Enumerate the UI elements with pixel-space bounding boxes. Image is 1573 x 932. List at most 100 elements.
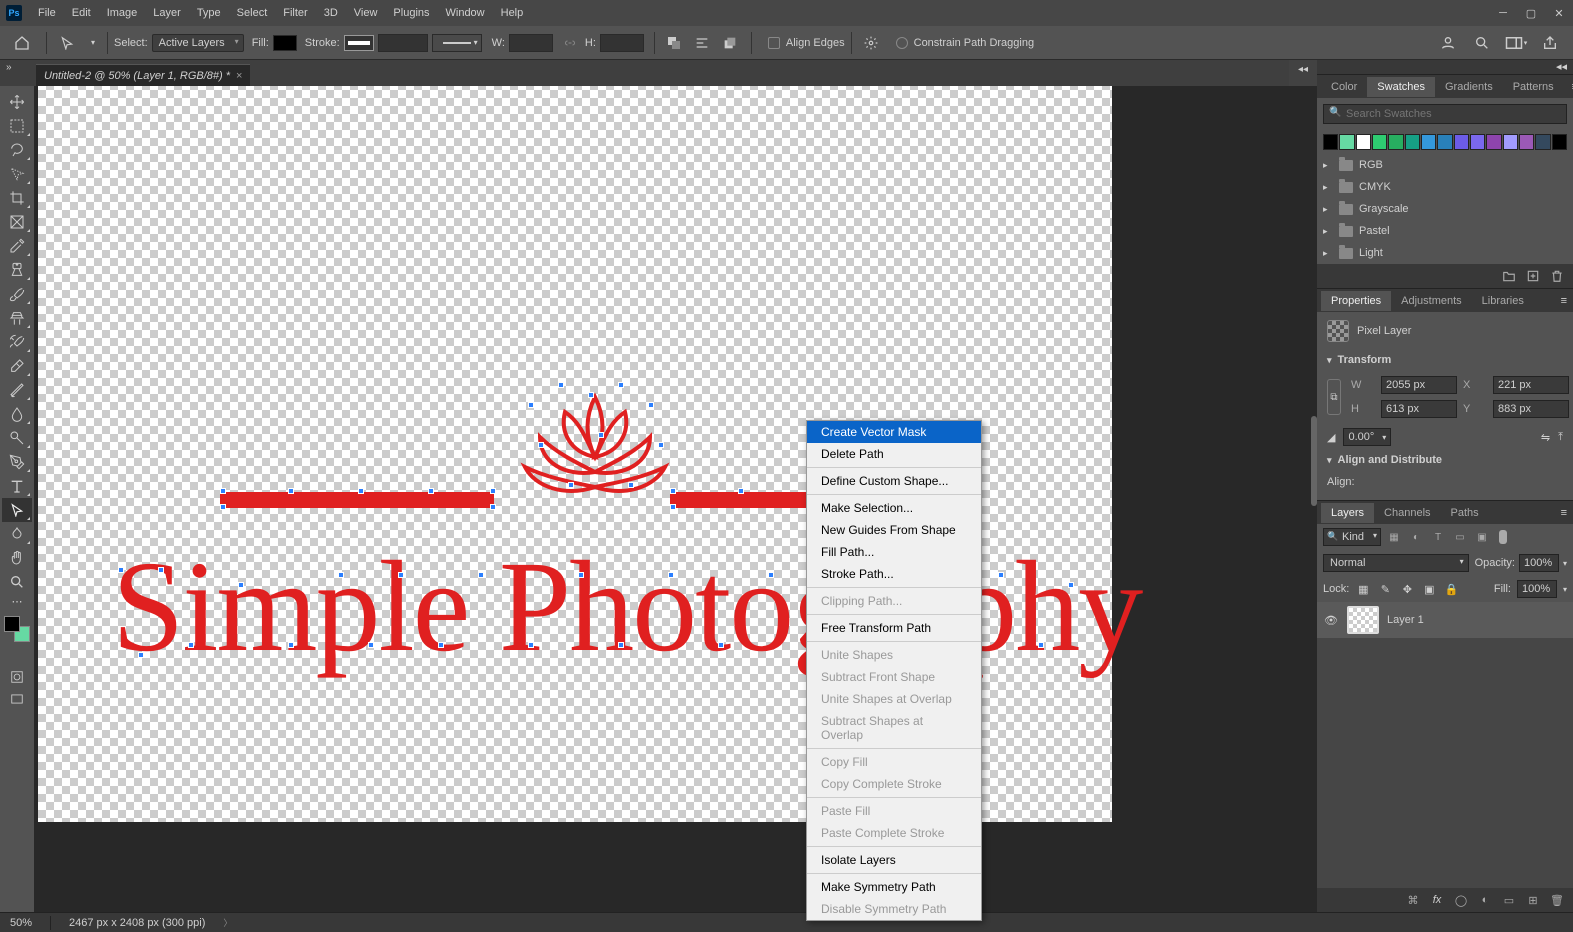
new-folder-icon[interactable]: [1501, 268, 1517, 284]
path-anchor[interactable]: [588, 392, 594, 398]
lock-transparency-icon[interactable]: ▦: [1355, 581, 1371, 597]
maximize-button[interactable]: ▢: [1517, 0, 1545, 26]
gradient-tool[interactable]: [2, 378, 32, 402]
filter-smart-icon[interactable]: ▣: [1473, 528, 1491, 546]
chevron-down-icon[interactable]: ▾: [91, 38, 95, 47]
search-icon[interactable]: [1469, 30, 1495, 56]
flip-horizontal-button[interactable]: ⇋: [1541, 431, 1550, 444]
path-selection-tool-icon[interactable]: [53, 29, 81, 57]
blend-mode-select[interactable]: Normal: [1323, 554, 1469, 572]
lasso-tool[interactable]: [2, 138, 32, 162]
swatch-folder-light[interactable]: ▸Light: [1317, 242, 1573, 264]
path-anchor[interactable]: [670, 504, 676, 510]
swatch[interactable]: [1421, 134, 1436, 150]
ctx-make-selection-[interactable]: Make Selection...: [807, 497, 981, 519]
path-anchor[interactable]: [478, 572, 484, 578]
clone-stamp-tool[interactable]: [2, 306, 32, 330]
transform-y-field[interactable]: 883 px: [1493, 400, 1569, 418]
swatch[interactable]: [1339, 134, 1354, 150]
frame-tool[interactable]: [2, 210, 32, 234]
status-doc-info[interactable]: 2467 px x 2408 px (300 ppi): [69, 917, 205, 929]
path-anchor[interactable]: [618, 642, 624, 648]
path-anchor[interactable]: [118, 567, 124, 573]
swatch[interactable]: [1372, 134, 1387, 150]
swatch[interactable]: [1405, 134, 1420, 150]
filter-pixel-icon[interactable]: ▦: [1385, 528, 1403, 546]
eraser-tool[interactable]: [2, 354, 32, 378]
swatch[interactable]: [1535, 134, 1550, 150]
fill-opacity-field[interactable]: 100%: [1517, 580, 1557, 598]
layer-filter-kind[interactable]: Kind: [1323, 528, 1381, 546]
path-anchor[interactable]: [648, 402, 654, 408]
menu-select[interactable]: Select: [229, 0, 276, 26]
path-anchor[interactable]: [578, 572, 584, 578]
quick-selection-tool[interactable]: [2, 162, 32, 186]
new-layer-icon[interactable]: ⊞: [1525, 892, 1541, 908]
crop-tool[interactable]: [2, 186, 32, 210]
path-anchor[interactable]: [558, 382, 564, 388]
lock-pixels-icon[interactable]: ✎: [1377, 581, 1393, 597]
gear-icon[interactable]: [858, 30, 884, 56]
menu-image[interactable]: Image: [99, 0, 146, 26]
tab-properties[interactable]: Properties: [1321, 291, 1391, 311]
layer-row[interactable]: 👁 Layer 1: [1317, 602, 1573, 638]
ctx-isolate-layers[interactable]: Isolate Layers: [807, 849, 981, 871]
tab-gradients[interactable]: Gradients: [1435, 77, 1503, 97]
tab-adjustments[interactable]: Adjustments: [1391, 291, 1472, 311]
tab-paths[interactable]: Paths: [1441, 503, 1489, 523]
swatch[interactable]: [1486, 134, 1501, 150]
share-button[interactable]: [1537, 30, 1563, 56]
swatch-search-input[interactable]: [1323, 104, 1567, 124]
link-layers-icon[interactable]: ⌘: [1405, 892, 1421, 908]
delete-swatch-icon[interactable]: [1549, 268, 1565, 284]
transform-x-field[interactable]: 221 px: [1493, 376, 1569, 394]
brush-tool[interactable]: [2, 282, 32, 306]
swatch[interactable]: [1470, 134, 1485, 150]
tab-swatches[interactable]: Swatches: [1367, 77, 1435, 97]
path-anchor[interactable]: [220, 504, 226, 510]
path-anchor[interactable]: [568, 482, 574, 488]
expand-strip-icon[interactable]: ◂◂: [1298, 64, 1308, 75]
screen-mode-button[interactable]: [2, 690, 32, 708]
lock-artboard-icon[interactable]: ▣: [1421, 581, 1437, 597]
swatch[interactable]: [1454, 134, 1469, 150]
opacity-field[interactable]: 100%: [1519, 554, 1559, 572]
shape-tool[interactable]: [2, 522, 32, 546]
cloud-docs-button[interactable]: [1435, 30, 1461, 56]
menu-3d[interactable]: 3D: [316, 0, 346, 26]
path-anchor[interactable]: [288, 488, 294, 494]
menu-window[interactable]: Window: [438, 0, 493, 26]
path-anchor[interactable]: [428, 488, 434, 494]
path-arrangement-button[interactable]: [717, 30, 743, 56]
tab-patterns[interactable]: Patterns: [1503, 77, 1564, 97]
collapse-panels-icon[interactable]: ◂◂: [1556, 60, 1567, 74]
swatch[interactable]: [1388, 134, 1403, 150]
constrain-checkbox[interactable]: [896, 37, 908, 49]
path-anchor[interactable]: [628, 482, 634, 488]
align-edges-checkbox[interactable]: [768, 37, 780, 49]
lock-all-icon[interactable]: 🔒: [1443, 581, 1459, 597]
edit-toolbar-button[interactable]: ⋯: [2, 594, 32, 608]
fill-color-swatch[interactable]: [273, 35, 297, 51]
path-anchor[interactable]: [998, 572, 1004, 578]
healing-brush-tool[interactable]: [2, 258, 32, 282]
minimize-button[interactable]: ─: [1489, 0, 1517, 26]
workspace-switcher[interactable]: ▾: [1503, 30, 1529, 56]
ctx-free-transform-path[interactable]: Free Transform Path: [807, 617, 981, 639]
tab-libraries[interactable]: Libraries: [1472, 291, 1534, 311]
quick-mask-button[interactable]: [2, 668, 32, 686]
path-anchor[interactable]: [490, 488, 496, 494]
close-window-button[interactable]: ✕: [1545, 0, 1573, 26]
eyedropper-tool[interactable]: [2, 234, 32, 258]
new-group-icon[interactable]: ▭: [1501, 892, 1517, 908]
hand-tool[interactable]: [2, 546, 32, 570]
adjustment-layer-icon[interactable]: ◐: [1477, 892, 1493, 908]
layer-name[interactable]: Layer 1: [1387, 614, 1424, 626]
tab-color[interactable]: Color: [1321, 77, 1367, 97]
path-operations-button[interactable]: [661, 30, 687, 56]
menu-plugins[interactable]: Plugins: [385, 0, 437, 26]
path-anchor[interactable]: [158, 567, 164, 573]
visibility-toggle-icon[interactable]: 👁: [1323, 612, 1339, 628]
status-menu-arrow[interactable]: 〉: [223, 916, 232, 929]
height-field[interactable]: [600, 34, 644, 52]
